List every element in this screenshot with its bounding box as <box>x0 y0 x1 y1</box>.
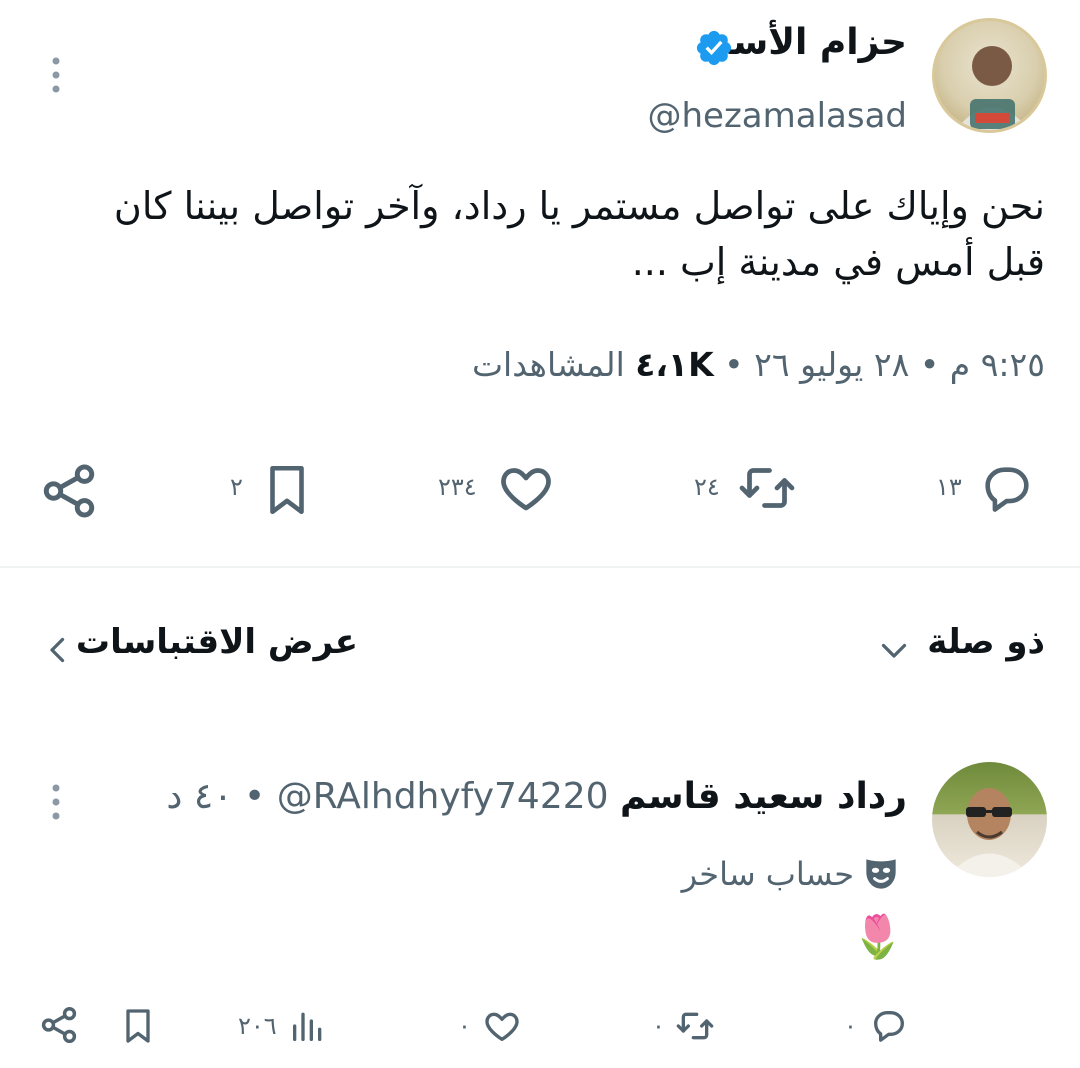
reply-text: 🌷 <box>851 912 904 961</box>
tweet-meta: ٩:٢٥ م • ٢٨ يوليو ٢٦ • ٤،١K المشاهدات <box>472 345 1045 384</box>
share-icon <box>41 1006 77 1044</box>
tweet-date[interactable]: ٢٨ يوليو ٢٦ <box>754 345 909 384</box>
tweet-text-line: قبل أمس في مدينة إب ... <box>631 240 1045 284</box>
views-count: ٢٠٦ <box>238 1012 277 1040</box>
bookmark-icon <box>270 465 304 515</box>
retweet-count: ٢٤ <box>694 473 720 501</box>
bookmark-icon <box>126 1009 150 1043</box>
share-icon <box>43 464 95 518</box>
retweet-button[interactable] <box>672 1006 718 1046</box>
views-label: المشاهدات <box>471 345 625 384</box>
chevron-down-icon[interactable] <box>876 632 912 668</box>
reply-author-avatar[interactable] <box>932 762 1047 877</box>
share-button[interactable] <box>38 1004 80 1046</box>
parody-mask-icon <box>858 852 904 896</box>
view-quotes-link[interactable]: عرض الاقتباسات <box>76 622 358 662</box>
author-avatar[interactable] <box>932 18 1047 133</box>
tweet-text-line: نحن وإياك على تواصل مستمر يا رداد، وآخر … <box>113 184 1045 228</box>
bookmark-button[interactable] <box>258 458 316 522</box>
related-filter[interactable]: ذو صلة <box>927 622 1045 662</box>
bookmark-count: ٢ <box>230 473 243 501</box>
reply-button[interactable] <box>868 1006 910 1046</box>
retweet-button[interactable] <box>732 458 802 518</box>
meta-separator: • <box>919 345 940 384</box>
like-icon <box>501 468 551 511</box>
share-button[interactable] <box>38 460 100 522</box>
reply-author-name[interactable]: رداد سعيد قاسم <box>620 776 907 817</box>
chevron-left-icon[interactable] <box>40 630 76 670</box>
more-vertical-icon[interactable] <box>44 782 68 822</box>
views-count: ٤،١K <box>635 345 714 384</box>
views-icon <box>293 1012 322 1041</box>
tweet-time[interactable]: ٩:٢٥ م <box>950 345 1045 384</box>
reply-time[interactable]: ٤٠ د <box>166 776 232 817</box>
like-button[interactable] <box>480 1006 524 1046</box>
retweet-icon <box>739 468 795 508</box>
author-handle[interactable]: @hezamalasad <box>647 96 907 136</box>
reply-icon <box>874 1011 904 1042</box>
author-name[interactable]: حزام الأسد <box>712 22 907 63</box>
tweet-text: نحن وإياك على تواصل مستمر يا رداد، وآخر … <box>55 178 1045 290</box>
section-divider <box>0 566 1080 568</box>
reply-header: رداد سعيد قاسم @RAlhdhyfy74220 • ٤٠ د <box>166 776 907 817</box>
meta-separator: • <box>724 345 744 384</box>
retweet-icon <box>676 1012 714 1040</box>
more-vertical-icon[interactable] <box>44 55 68 95</box>
reply-icon <box>985 467 1029 512</box>
like-count: ٠ <box>458 1012 471 1040</box>
bookmark-button[interactable] <box>118 1004 158 1048</box>
reply-separator: • <box>244 776 266 817</box>
parody-account-label: حساب ساخر <box>681 855 854 893</box>
like-button[interactable] <box>494 458 558 518</box>
reply-count: ٠ <box>844 1012 857 1040</box>
verified-badge-icon <box>694 28 734 68</box>
reply-count: ١٣ <box>936 473 962 501</box>
reply-button[interactable] <box>976 460 1038 518</box>
like-icon <box>485 1012 519 1041</box>
reply-author-handle[interactable]: @RAlhdhyfy74220 <box>277 776 609 817</box>
retweet-count: ٠ <box>652 1012 665 1040</box>
like-count: ٢٣٤ <box>438 473 477 501</box>
views-button[interactable] <box>288 1006 328 1046</box>
